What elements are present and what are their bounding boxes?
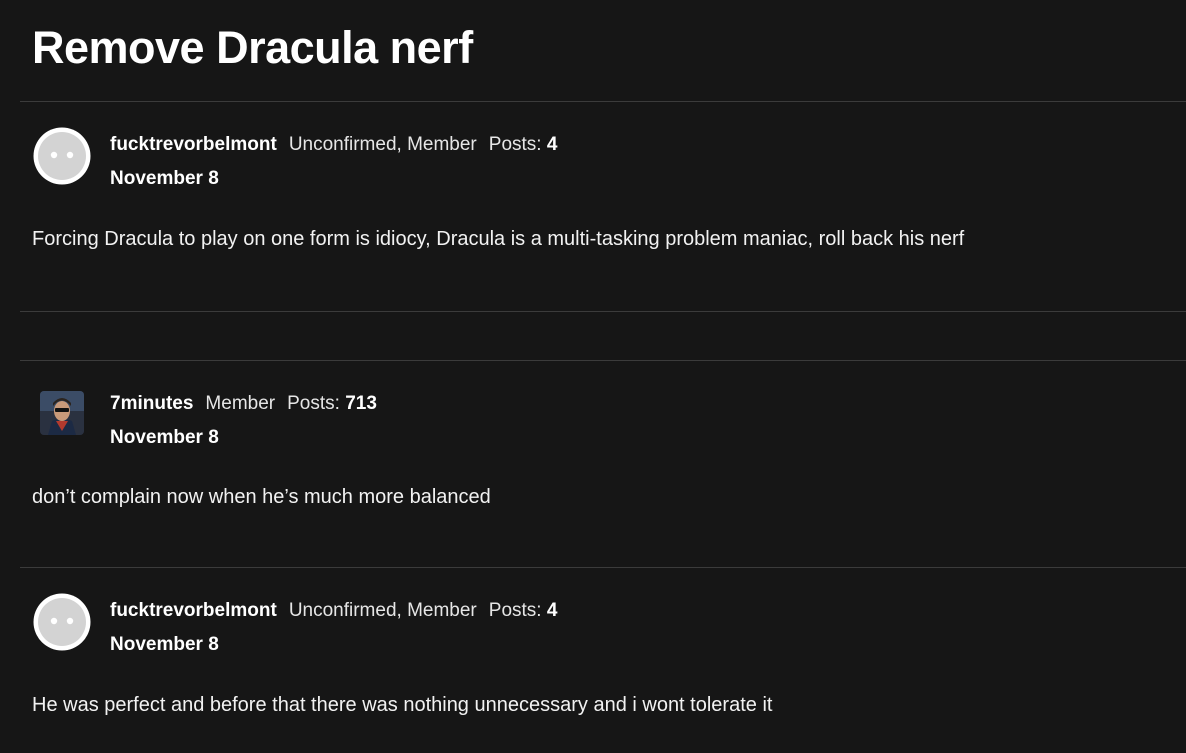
comment-item: fucktrevorbelmont Unconfirmed, Member Post… — [0, 568, 1186, 753]
posts-count: 713 — [345, 393, 377, 414]
user-photo-avatar[interactable] — [40, 391, 84, 435]
comment-date[interactable]: November 8 — [110, 168, 219, 190]
user-roles: Unconfirmed, Member — [288, 134, 477, 155]
posts-label: Posts: — [287, 393, 340, 414]
discussion-title: Remove Dracula nerf — [32, 22, 473, 73]
user-roles: Member — [205, 393, 276, 414]
comment-meta: fucktrevorbelmont Unconfirmed, Member Post… — [110, 134, 557, 156]
posts-count: 4 — [546, 134, 558, 155]
comment-item: fucktrevorbelmont Unconfirmed, Member Post… — [0, 102, 1186, 311]
comment-meta: fucktrevorbelmont Unconfirmed, Member Post… — [110, 600, 557, 622]
default-avatar-icon[interactable] — [32, 592, 92, 652]
comment-date[interactable]: November 8 — [110, 427, 219, 449]
author-link[interactable]: fucktrevorbelmont — [110, 134, 277, 155]
posts-count: 4 — [546, 600, 558, 621]
comment-body: don’t complain now when he’s much more b… — [32, 486, 491, 508]
comment-item: 7minutes Member Posts: 713 November 8 don’… — [0, 361, 1186, 567]
divider — [20, 311, 1186, 312]
author-link[interactable]: 7minutes — [110, 393, 193, 414]
posts-label: Posts: — [488, 600, 542, 621]
comment-body: Forcing Dracula to play on one form is i… — [32, 228, 965, 250]
user-roles: Unconfirmed, Member — [288, 600, 477, 621]
default-avatar-icon[interactable] — [32, 126, 92, 186]
posts-label: Posts: — [488, 134, 542, 155]
comment-body: He was perfect and before that there was… — [32, 694, 773, 716]
author-link[interactable]: fucktrevorbelmont — [110, 600, 277, 621]
comment-meta: 7minutes Member Posts: 713 — [110, 393, 377, 415]
comment-date[interactable]: November 8 — [110, 634, 219, 656]
